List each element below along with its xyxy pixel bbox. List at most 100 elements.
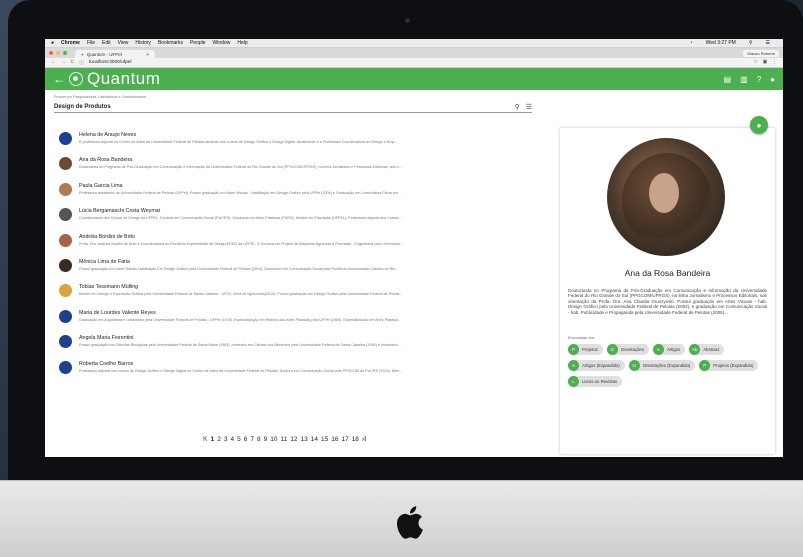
menu-window[interactable]: Window [213, 40, 231, 46]
list-item[interactable]: Paula Garcia Lima Professora assistente d… [59, 181, 539, 206]
chip-artigos-expandido[interactable]: A Artigos (Expandido) [568, 360, 625, 371]
menu-people[interactable]: People [190, 40, 206, 46]
help-icon[interactable]: ? [757, 75, 761, 84]
list-item[interactable]: Roberta Coelho Barros Professora adjunta … [59, 359, 539, 384]
chip-projetos-expandido[interactable]: P Projetos (Expandido) [699, 360, 759, 371]
avatar [59, 182, 72, 196]
chip-orientacoes[interactable]: O Orientações [606, 344, 649, 355]
result-name: Andréia Bordini de Brito [79, 233, 135, 240]
result-desc: Possui graduação em Artes Visuais Habili… [79, 266, 399, 271]
chart-icon[interactable]: ▥ [740, 75, 748, 84]
avatar [59, 208, 72, 222]
page-link[interactable]: 5 [237, 436, 241, 443]
page-link[interactable]: 12 [290, 436, 297, 443]
avatar [59, 284, 72, 298]
apple-logo-icon [397, 506, 423, 539]
page-link[interactable]: 11 [281, 436, 288, 443]
result-name: Tobias Tessmann Mülling [79, 284, 139, 291]
back-arrow-icon[interactable]: ← [53, 72, 65, 86]
search-input[interactable]: Design de Produtos ⚲ ☰ [54, 101, 532, 113]
page-link[interactable]: 9 [264, 436, 268, 443]
bookmark-star-icon[interactable]: ☆ [753, 60, 757, 65]
filter-icon[interactable]: ☰ [526, 103, 532, 111]
pagination: K 1 2 3 4 5 6 7 8 9 10 11 12 13 14 15 16… [203, 436, 366, 443]
chip-artigos[interactable]: A Artigos [652, 344, 686, 355]
chip-livros-revistas[interactable]: L Livros ou Revistas [568, 376, 623, 387]
view-list-icon[interactable]: ▤ [724, 75, 732, 84]
page-link[interactable]: 15 [321, 436, 328, 443]
page-link[interactable]: 7 [250, 436, 254, 443]
avatar [59, 360, 72, 374]
minimize-window-button[interactable] [56, 51, 60, 55]
apple-menu-icon[interactable]: ● [51, 40, 54, 46]
page-link[interactable]: 1 [211, 436, 215, 443]
last-page-button[interactable]: ›I [362, 436, 366, 443]
chip-orientacoes-expandido[interactable]: O Orientações (Expandido) [628, 360, 696, 371]
list-item[interactable]: Lúcia Bergamaschi Costa Weymar Coordenado… [59, 206, 539, 231]
reload-icon[interactable]: C [71, 60, 74, 65]
close-window-button[interactable] [49, 51, 53, 55]
profile-card: Ana da Rosa Bandeira Doutoranda no Progr… [560, 128, 775, 454]
list-item[interactable]: Helena de Araujo Neves É professora adjun… [59, 130, 539, 155]
page-link[interactable]: 14 [311, 436, 318, 443]
menu-bookmarks[interactable]: Bookmarks [158, 40, 183, 46]
page-link[interactable]: 2 [217, 436, 221, 443]
chrome-tabstrip: ● Quantum - UFPel × Glauco Roberto [45, 48, 783, 58]
quantum-logo-icon [69, 72, 83, 86]
page-link[interactable]: 6 [244, 436, 248, 443]
chip-avatar: Ab [689, 344, 701, 355]
chip-projetos[interactable]: P Projetos [568, 344, 603, 355]
menu-app[interactable]: Chrome [61, 40, 80, 46]
list-item[interactable]: Andréia Bordini de Brito Profa. Dra. Andr… [59, 232, 539, 257]
chip-avatar: P [568, 344, 579, 355]
result-desc: Mestre em Design e Expressão Gráfica pel… [79, 292, 403, 297]
menu-history[interactable]: History [135, 40, 151, 46]
url-field[interactable]: localhost:3000/ufpel [89, 60, 748, 65]
menu-help[interactable]: Help [237, 40, 247, 46]
page-link[interactable]: 4 [231, 436, 235, 443]
menu-edit[interactable]: Edit [102, 40, 111, 46]
forward-nav-icon[interactable]: → [61, 60, 66, 65]
imac-frame: ● Chrome File Edit View History Bookmark… [0, 0, 803, 557]
chip-label: Projetos (Expandido) [713, 363, 754, 368]
chip-abstract[interactable]: Ab Abstract [689, 344, 725, 355]
chrome-profile-button[interactable]: Glauco Roberto [742, 50, 779, 57]
list-item[interactable]: Tobias Tessmann Mülling Mestre em Design … [59, 282, 539, 307]
notification-icon[interactable]: ☰ [766, 40, 770, 46]
search-icon[interactable]: ⚲ [515, 103, 520, 111]
list-item[interactable]: Angela Maria Fiorentini Possui graduação … [59, 333, 539, 358]
back-nav-icon[interactable]: ← [51, 60, 56, 65]
page-link[interactable]: 10 [270, 436, 277, 443]
spotlight-icon[interactable]: ⚲ [749, 40, 753, 46]
account-icon[interactable]: ● [770, 75, 775, 84]
page-link[interactable]: 13 [301, 436, 308, 443]
menu-file[interactable]: File [87, 40, 95, 46]
photo-face [649, 173, 679, 213]
page-link[interactable]: 3 [224, 436, 228, 443]
chrome-menu-icon[interactable]: ⋮ [772, 60, 777, 65]
chip-avatar: A [652, 344, 664, 355]
close-tab-icon[interactable]: × [146, 52, 149, 57]
extension-icon[interactable]: ▣ [763, 60, 768, 65]
profile-fab-button[interactable]: ● [750, 116, 768, 134]
browser-tab[interactable]: ● Quantum - UFPel × [75, 50, 155, 58]
person-icon: ● [756, 120, 762, 130]
chip-avatar: O [606, 344, 618, 355]
list-item[interactable]: Mônica Lima de Faria Possui graduação em … [59, 257, 539, 282]
avatar [59, 335, 72, 349]
list-item[interactable]: Ana da Rosa Bandeira Doutoranda no Progra… [59, 155, 539, 180]
page-link[interactable]: 18 [352, 436, 359, 443]
wifi-icon[interactable]: ◔ [690, 40, 693, 46]
window-controls [49, 51, 67, 55]
page-link[interactable]: 16 [331, 436, 338, 443]
list-item[interactable]: Maria de Lourdes Valente Reyes Graduação … [59, 308, 539, 333]
result-desc: Professora assistente da Universidade Fe… [79, 190, 401, 195]
page-link[interactable]: 8 [257, 436, 261, 443]
result-desc: Doutoranda no Programa de Pós-Graduação … [79, 165, 402, 170]
zoom-window-button[interactable] [63, 51, 67, 55]
menubar-clock[interactable]: Wed 3:27 PM [706, 40, 736, 46]
page-link[interactable]: 17 [341, 436, 348, 443]
result-name: Maria de Lourdes Valente Reyes [79, 309, 156, 316]
first-page-button[interactable]: K [203, 436, 208, 443]
menu-view[interactable]: View [118, 40, 129, 46]
